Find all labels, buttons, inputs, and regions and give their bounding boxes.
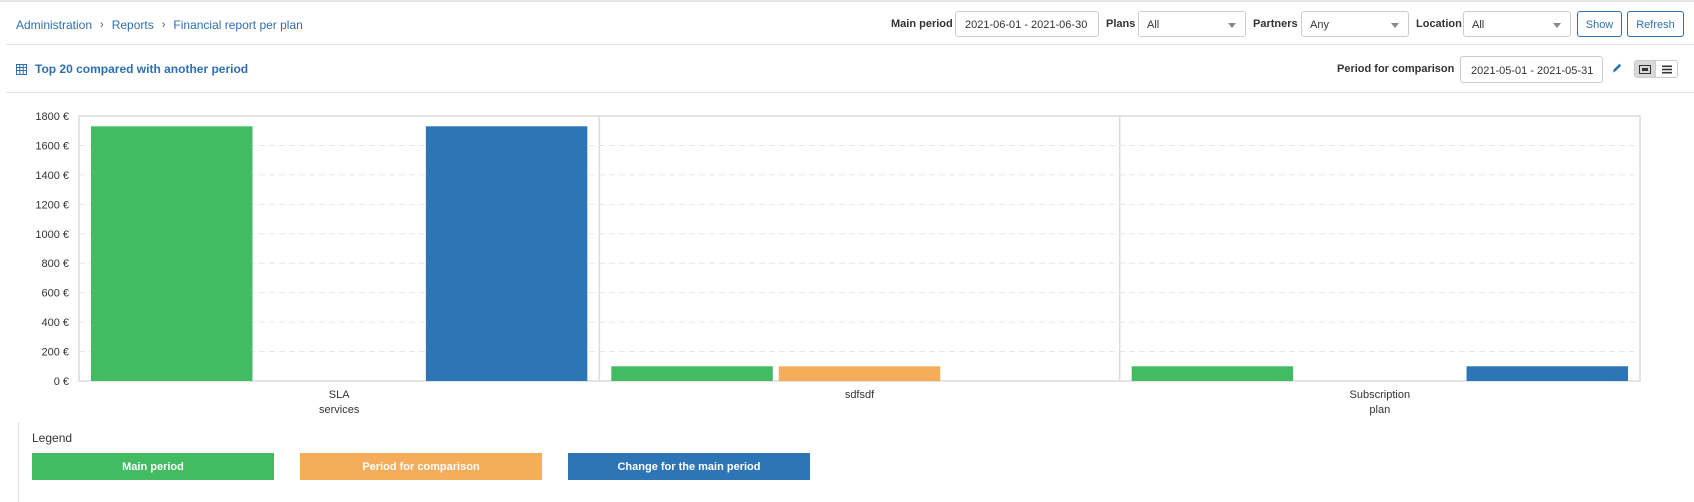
legend-change-main-period: Change for the main period — [568, 453, 810, 480]
bar-main-period[interactable] — [91, 126, 253, 381]
partners-label: Partners — [1253, 18, 1298, 30]
plot-frame — [78, 115, 1641, 382]
y-tick-label: 1800 € — [35, 111, 69, 123]
location-label: Location — [1416, 18, 1462, 30]
list-view-icon — [1661, 65, 1672, 73]
view-toggle — [1634, 60, 1678, 78]
plans-select-value: All — [1147, 19, 1160, 31]
table-icon — [16, 63, 27, 75]
panel-title-text: Top 20 compared with another period — [35, 62, 249, 76]
refresh-button[interactable]: Refresh — [1627, 11, 1684, 37]
comparison-period-input[interactable]: 2021-05-01 - 2021-05-31 — [1460, 56, 1603, 83]
x-category-label: Subscription plan — [1350, 389, 1411, 416]
chart-view-icon — [1639, 64, 1651, 74]
bar-change-for-the-main-period[interactable] — [425, 126, 588, 381]
partners-select[interactable]: Any — [1301, 11, 1409, 37]
y-tick-label: 0 € — [54, 376, 69, 388]
panel-title: Top 20 compared with another period — [16, 62, 248, 76]
legend-title: Legend — [32, 431, 73, 445]
comparison-period-label: Period for comparison — [1337, 63, 1455, 75]
location-select-value: All — [1472, 19, 1485, 31]
caret-down-icon — [1228, 23, 1236, 28]
bar-change-for-the-main-period[interactable] — [1466, 366, 1628, 381]
y-tick-label: 1600 € — [35, 140, 69, 152]
plans-label: Plans — [1106, 18, 1136, 30]
x-category-label: sdfsdf — [845, 389, 875, 401]
bar-chart: 0 € 200 € 400 € 600 € 800 € 1000 € 1200 € 1400 … — [35, 111, 1641, 416]
legend-period-for-comparison: Period for comparison — [300, 453, 542, 480]
plans-select[interactable]: All — [1138, 11, 1246, 37]
caret-down-icon — [1553, 23, 1561, 28]
list-view-button[interactable] — [1656, 60, 1678, 78]
main-period-input[interactable]: 2021-06-01 - 2021-06-30 — [955, 11, 1099, 37]
chart-view-button[interactable] — [1634, 60, 1656, 78]
y-tick-label: 1000 € — [35, 229, 69, 241]
partners-select-value: Any — [1310, 19, 1329, 31]
divider — [6, 92, 1694, 93]
legend: Legend Main period Period for comparison… — [18, 422, 1694, 502]
legend-main-period: Main period — [32, 453, 274, 480]
main-period-label: Main period — [891, 18, 953, 30]
filter-bar: Main period 2021-06-01 - 2021-06-30 Plan… — [0, 11, 1694, 37]
show-button[interactable]: Show — [1577, 11, 1622, 37]
y-tick-label: 200 € — [41, 347, 69, 359]
bar-period-for-comparison[interactable] — [778, 366, 941, 381]
y-tick-label: 400 € — [41, 317, 69, 329]
pencil-icon[interactable] — [1611, 62, 1623, 77]
bar-main-period[interactable] — [1131, 366, 1294, 381]
y-tick-label: 800 € — [41, 258, 69, 270]
y-tick-label: 1200 € — [35, 199, 69, 211]
location-select[interactable]: All — [1463, 11, 1571, 37]
y-tick-label: 600 € — [41, 288, 69, 300]
bar-main-period[interactable] — [611, 366, 773, 381]
caret-down-icon — [1391, 23, 1399, 28]
top-border — [0, 0, 1694, 3]
x-category-label: SLA services — [319, 389, 360, 416]
divider — [6, 44, 1694, 45]
y-tick-label: 1400 € — [35, 170, 69, 182]
